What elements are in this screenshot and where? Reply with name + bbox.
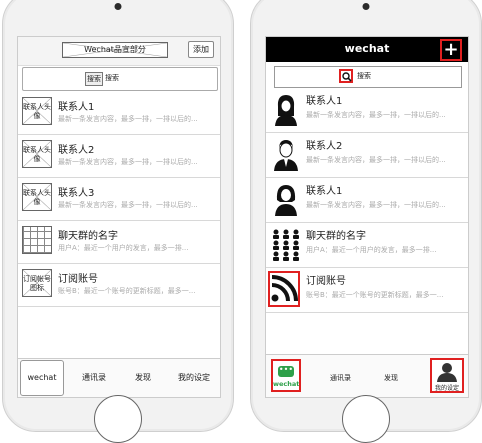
home-button[interactable]	[342, 395, 390, 443]
chat-list: 联系人头像 联系人1 最新一条发言内容，最多一排，一排以后的... 联系人头像 …	[18, 92, 220, 307]
group-avatar	[273, 229, 299, 261]
plus-icon[interactable]: +	[440, 39, 462, 61]
tab-bar: wechat 通讯录 发现 我的设定	[18, 358, 220, 397]
wireframe-screen: Wechat品宣部分 添加 搜索 搜索 联系人头像 联系人1 最新一条发言内容，…	[17, 36, 221, 398]
wireframe-phone: Wechat品宣部分 添加 搜索 搜索 联系人头像 联系人1 最新一条发言内容，…	[2, 0, 234, 443]
list-item[interactable]: 联系人1 最新一条发言内容，最多一排，一排以后的...	[266, 88, 468, 133]
chat-list: 联系人1 最新一条发言内容，最多一排，一排以后的... 联系人2 最新一条发言内…	[266, 88, 468, 313]
contact-name: 联系人1	[58, 102, 95, 113]
message-preview: 最新一条发言内容，最多一排，一排以后的...	[306, 201, 446, 209]
design-screen: wechat + 搜索 联系人1 最新一条发言内容，最多一排，一排以后的...	[265, 36, 469, 398]
message-preview: 用户A：最近一个用户的发言，最多一排...	[58, 244, 189, 252]
message-preview: 用户A：最近一个用户的发言，最多一排...	[306, 246, 437, 254]
message-preview: 最新一条发言内容，最多一排，一排以后的...	[58, 158, 198, 166]
home-button[interactable]	[94, 395, 142, 443]
contact-name: 联系人2	[58, 145, 95, 156]
list-item[interactable]: 订阅帐号图标 订阅账号 账号B：最近一个账号的更新标题，最多一...	[18, 264, 220, 307]
message-preview: 最新一条发言内容，最多一排，一排以后的...	[58, 201, 198, 209]
add-button[interactable]: 添加	[188, 41, 214, 58]
subscription-name: 订阅账号	[58, 274, 98, 285]
contact-name: 联系人1	[306, 96, 343, 107]
search-placeholder: 搜索	[357, 72, 371, 80]
message-preview: 最新一条发言内容，最多一排，一排以后的...	[306, 156, 446, 164]
tab-wechat[interactable]: wechat	[20, 360, 64, 396]
contact-name: 联系人1	[306, 186, 343, 197]
search-bar[interactable]: 搜索	[274, 66, 462, 88]
message-preview: 最新一条发言内容，最多一排，一排以后的...	[58, 115, 198, 123]
page-title: Wechat品宣部分	[62, 42, 168, 58]
list-item[interactable]: 订阅账号 账号B：最近一个账号的更新标题，最多一...	[266, 268, 468, 313]
camera-dot	[362, 3, 370, 10]
message-preview: 账号B：最近一个账号的更新标题，最多一...	[58, 287, 196, 295]
header: wechat +	[266, 37, 468, 62]
avatar	[275, 95, 297, 126]
contact-name: 联系人3	[58, 188, 95, 199]
list-item[interactable]: 联系人2 最新一条发言内容，最多一排，一排以后的...	[266, 133, 468, 178]
design-phone: wechat + 搜索 联系人1 最新一条发言内容，最多一排，一排以后的...	[250, 0, 482, 443]
tab-me[interactable]: 我的设定	[170, 359, 218, 397]
list-item[interactable]: 联系人1 最新一条发言内容，最多一排，一排以后的...	[266, 178, 468, 223]
search-bar[interactable]: 搜索 搜索	[22, 67, 218, 91]
group-avatar	[22, 226, 52, 254]
tab-contacts[interactable]: 通讯录	[74, 359, 114, 397]
tab-label: 我的设定	[434, 385, 459, 392]
avatar: 联系人头像	[22, 183, 52, 211]
list-item[interactable]: 联系人头像 联系人2 最新一条发言内容，最多一排，一排以后的...	[18, 135, 220, 178]
tab-contacts[interactable]: 通讯录	[330, 373, 351, 383]
group-name: 聊天群的名字	[306, 231, 366, 242]
message-preview: 账号B：最近一个账号的更新标题，最多一...	[306, 291, 444, 299]
tab-me[interactable]: 我的设定	[430, 358, 464, 393]
chat-bubble-icon: •••	[278, 366, 294, 377]
list-item[interactable]: 联系人头像 联系人1 最新一条发言内容，最多一排，一排以后的...	[18, 92, 220, 135]
header: Wechat品宣部分 添加	[18, 37, 220, 66]
subscription-avatar: 订阅帐号图标	[22, 269, 52, 297]
avatar: 联系人头像	[22, 140, 52, 168]
list-item[interactable]: 联系人头像 联系人3 最新一条发言内容，最多一排，一排以后的...	[18, 178, 220, 221]
tab-wechat[interactable]: ••• wechat	[271, 359, 301, 392]
contact-name: 联系人2	[306, 141, 343, 152]
tab-discover[interactable]: 发现	[126, 359, 160, 397]
tab-discover[interactable]: 发现	[384, 373, 398, 383]
avatar	[274, 140, 298, 171]
group-name: 聊天群的名字	[58, 231, 118, 242]
avatar	[275, 185, 297, 216]
rss-icon	[268, 271, 300, 307]
subscription-name: 订阅账号	[306, 276, 346, 287]
list-item[interactable]: 聊天群的名字 用户A：最近一个用户的发言，最多一排...	[266, 223, 468, 268]
tab-label: wechat	[273, 380, 300, 388]
list-item[interactable]: 聊天群的名字 用户A：最近一个用户的发言，最多一排...	[18, 221, 220, 264]
search-placeholder: 搜索	[105, 74, 119, 82]
magnifier-icon[interactable]	[339, 69, 353, 83]
camera-dot	[114, 3, 122, 10]
tab-bar: ••• wechat 通讯录 发现 我的设定	[266, 354, 468, 397]
search-button[interactable]: 搜索	[85, 72, 103, 86]
page-title: wechat	[344, 42, 390, 55]
person-icon	[437, 363, 457, 382]
avatar: 联系人头像	[22, 97, 52, 125]
message-preview: 最新一条发言内容，最多一排，一排以后的...	[306, 111, 446, 119]
